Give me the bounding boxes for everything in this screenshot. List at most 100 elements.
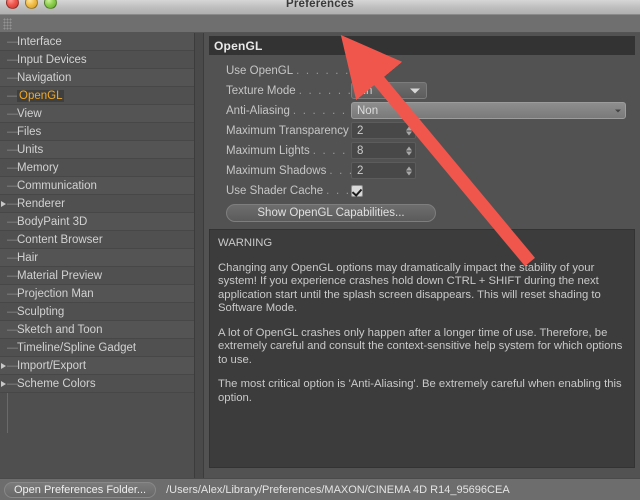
sidebar-item-hair[interactable]: — Hair — [0, 249, 194, 267]
open-preferences-folder-button[interactable]: Open Preferences Folder... — [4, 481, 157, 498]
tree-branch-icon: — — [7, 359, 18, 372]
tree-branch-icon: — — [7, 71, 18, 84]
sidebar-item-memory[interactable]: — Memory — [0, 159, 194, 177]
field-row-maximum-shadows: Maximum Shadows. . . . 2 — [209, 161, 635, 180]
field-label-use-opengl: Use OpenGL. . . . . . . . . . — [209, 65, 351, 77]
field-row-texture-mode: Texture Mode. . . . . . . . . Lin — [209, 81, 635, 100]
sidebar-item-label: BodyPaint 3D — [17, 215, 88, 228]
panel-splitter[interactable] — [195, 33, 204, 478]
dropdown-texture-mode[interactable]: Lin — [351, 82, 427, 99]
number-value: 2 — [357, 164, 364, 177]
dotted-leader: . . . . — [329, 164, 351, 177]
section-title: OpenGL — [209, 36, 635, 55]
tree-branch-icon: — — [7, 287, 18, 300]
sidebar-item-label: Content Browser — [17, 233, 103, 246]
sidebar-item-bodypaint-3d[interactable]: — BodyPaint 3D — [0, 213, 194, 231]
sidebar-item-units[interactable]: — Units — [0, 141, 194, 159]
warning-body: Changing any OpenGL options may dramatic… — [218, 262, 626, 406]
sidebar-item-label: Import/Export — [17, 359, 87, 372]
sidebar-item-label: Files — [17, 125, 42, 138]
dotted-leader: . . . . . . . . . — [298, 84, 351, 97]
dropdown-anti-aliasing[interactable]: Non — [351, 102, 626, 119]
sidebar-item-label: OpenGL — [17, 89, 65, 102]
status-bar: Open Preferences Folder... /Users/Alex/L… — [0, 478, 640, 500]
sidebar-item-sculpting[interactable]: — Sculpting — [0, 303, 194, 321]
number-input-maximum-transparency[interactable]: 2 — [351, 122, 416, 139]
field-label-maximum-shadows: Maximum Shadows. . . . — [209, 165, 351, 177]
chevron-down-icon[interactable] — [410, 88, 420, 93]
sidebar-item-navigation[interactable]: — Navigation — [0, 69, 194, 87]
disclosure-triangle-icon[interactable] — [1, 200, 6, 207]
tree-branch-icon: — — [7, 269, 18, 282]
sidebar-item-label: Hair — [17, 251, 39, 264]
sidebar-item-view[interactable]: — View — [0, 105, 194, 123]
spinner-arrows-icon[interactable] — [406, 146, 412, 155]
tree-branch-icon: — — [7, 143, 18, 156]
field-row-use-opengl: Use OpenGL. . . . . . . . . . — [209, 61, 635, 80]
number-value: 8 — [357, 144, 364, 157]
dotted-leader: . . . . . . . — [312, 144, 351, 157]
opengl-settings-form: Use OpenGL. . . . . . . . . . Texture Mod… — [209, 55, 635, 200]
field-label-text: Anti-Aliasing — [226, 104, 290, 117]
sidebar-item-material-preview[interactable]: — Material Preview — [0, 267, 194, 285]
field-label-use-shader-cache: Use Shader Cache. . . . . — [209, 185, 351, 197]
sidebar-item-timeline-spline-gadget[interactable]: — Timeline/Spline Gadget — [0, 339, 194, 357]
number-input-maximum-lights[interactable]: 8 — [351, 142, 416, 159]
sidebar-item-content-browser[interactable]: — Content Browser — [0, 231, 194, 249]
sidebar-item-interface[interactable]: — Interface — [0, 33, 194, 51]
field-row-use-shader-cache: Use Shader Cache. . . . . — [209, 181, 635, 200]
spinner-arrows-icon[interactable] — [406, 166, 412, 175]
sidebar-item-label: Memory — [17, 161, 59, 174]
sidebar-item-label: Communication — [17, 179, 97, 192]
tree-branch-icon: — — [7, 89, 18, 102]
warning-panel: WARNING Changing any OpenGL options may … — [209, 229, 635, 468]
dotted-leader: . . . . . . . . . — [292, 104, 351, 117]
warning-paragraph: The most critical option is 'Anti-Aliasi… — [218, 378, 622, 404]
sidebar-nav-list[interactable]: — Interface — Input Devices — Navigation — Open… — [0, 33, 194, 393]
capabilities-button-row: Show OpenGL Capabilities... — [209, 204, 635, 222]
tree-branch-icon: — — [7, 53, 18, 66]
tree-branch-icon: — — [7, 161, 18, 174]
field-label-text: Maximum Transparency — [226, 124, 349, 137]
chevron-down-icon[interactable] — [615, 109, 621, 112]
tree-branch-icon: — — [7, 251, 18, 264]
spinner-arrows-icon[interactable] — [406, 126, 412, 135]
show-opengl-capabilities-button[interactable]: Show OpenGL Capabilities... — [226, 204, 436, 222]
sidebar-item-communication[interactable]: — Communication — [0, 177, 194, 195]
field-label-texture-mode: Texture Mode. . . . . . . . . — [209, 85, 351, 97]
field-row-maximum-transparency: Maximum Transparency 2 — [209, 121, 635, 140]
sidebar-item-input-devices[interactable]: — Input Devices — [0, 51, 194, 69]
tree-branch-icon: — — [7, 125, 18, 138]
tree-branch-icon: — — [7, 305, 18, 318]
sidebar-item-label: Sketch and Toon — [17, 323, 103, 336]
dotted-leader: . . . . . . . . . . — [296, 64, 351, 77]
drag-grip-icon[interactable] — [3, 18, 12, 30]
sidebar-item-opengl[interactable]: — OpenGL — [0, 87, 194, 105]
number-value: 2 — [357, 124, 364, 137]
preferences-sidebar[interactable]: — Interface — Input Devices — Navigation — Open… — [0, 33, 195, 478]
warning-paragraph: A lot of OpenGL crashes only happen afte… — [218, 326, 623, 366]
disclosure-triangle-icon[interactable] — [1, 380, 6, 387]
field-label-text: Texture Mode — [226, 84, 296, 97]
sidebar-item-sketch-and-toon[interactable]: — Sketch and Toon — [0, 321, 194, 339]
warning-paragraph: Changing any OpenGL options may dramatic… — [218, 261, 601, 315]
warning-heading: WARNING — [218, 237, 273, 249]
field-label-anti-aliasing: Anti-Aliasing. . . . . . . . . — [209, 105, 351, 117]
dropdown-value: Lin — [357, 84, 373, 97]
sidebar-item-scheme-colors[interactable]: — Scheme Colors — [0, 375, 194, 393]
field-label-maximum-transparency: Maximum Transparency — [209, 125, 351, 137]
sidebar-item-renderer[interactable]: — Renderer — [0, 195, 194, 213]
sidebar-item-import-export[interactable]: — Import/Export — [0, 357, 194, 375]
tree-branch-icon: — — [7, 323, 18, 336]
tree-branch-icon: — — [7, 215, 18, 228]
checkbox-use-shader-cache[interactable] — [351, 184, 363, 197]
disclosure-triangle-icon[interactable] — [1, 362, 6, 369]
sidebar-item-label: View — [17, 107, 42, 120]
checkbox-use-opengl[interactable] — [351, 64, 363, 77]
number-input-maximum-shadows[interactable]: 2 — [351, 162, 416, 179]
sidebar-item-projection-man[interactable]: — Projection Man — [0, 285, 194, 303]
field-row-maximum-lights: Maximum Lights. . . . . . . 8 — [209, 141, 635, 160]
window-title: Preferences — [285, 0, 355, 10]
field-label-text: Maximum Lights — [226, 144, 310, 157]
sidebar-item-files[interactable]: — Files — [0, 123, 194, 141]
